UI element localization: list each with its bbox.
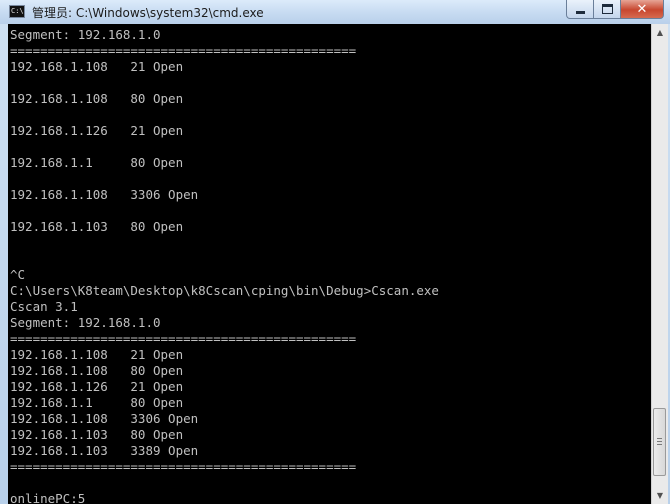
console-line: ========================================… bbox=[10, 459, 357, 474]
console-line: 192.168.1.108 3306 Open bbox=[10, 187, 199, 202]
console-line: 192.168.1.1 80 Open bbox=[10, 155, 184, 170]
cmd-icon[interactable]: C:\ bbox=[9, 5, 25, 18]
console-line: 192.168.1.126 21 Open bbox=[10, 123, 184, 138]
console-line: 192.168.1.103 80 Open bbox=[10, 427, 184, 442]
console-line: 192.168.1.108 80 Open bbox=[10, 363, 184, 378]
scroll-up-icon[interactable]: ▲ bbox=[652, 24, 668, 41]
console-line: Segment: 192.168.1.0 bbox=[10, 27, 161, 42]
console-line: onlinePC:5 bbox=[10, 491, 86, 504]
console-line: 192.168.1.108 80 Open bbox=[10, 91, 184, 106]
console-line: 192.168.1.108 3306 Open bbox=[10, 411, 199, 426]
console-line: 192.168.1.108 21 Open bbox=[10, 59, 184, 74]
maximize-button[interactable] bbox=[594, 0, 621, 19]
console-line: 192.168.1.108 21 Open bbox=[10, 347, 184, 362]
console-line: ========================================… bbox=[10, 331, 357, 346]
title-bar[interactable]: C:\ 管理员: C:\Windows\system32\cmd.exe ✕ bbox=[0, 0, 670, 24]
minimize-button[interactable] bbox=[566, 0, 594, 19]
console-output[interactable]: Segment: 192.168.1.0 ====================… bbox=[8, 24, 651, 504]
console-line: C:\Users\K8team\Desktop\k8Cscan\cping\bi… bbox=[10, 283, 439, 298]
console-line: ========================================… bbox=[10, 43, 357, 58]
console-line: 192.168.1.103 80 Open bbox=[10, 219, 184, 234]
console-line: 192.168.1.1 80 Open bbox=[10, 395, 184, 410]
scroll-down-icon[interactable]: ▼ bbox=[652, 487, 668, 504]
vertical-scrollbar[interactable]: ▲ ▼ bbox=[651, 24, 668, 504]
close-icon: ✕ bbox=[636, 1, 648, 17]
minimize-icon bbox=[575, 10, 585, 14]
cmd-window: C:\ 管理员: C:\Windows\system32\cmd.exe ✕ S… bbox=[0, 0, 670, 504]
maximize-icon bbox=[601, 4, 613, 14]
window-title: 管理员: C:\Windows\system32\cmd.exe bbox=[32, 6, 264, 20]
console-line: ^C bbox=[10, 267, 26, 282]
scroll-thumb[interactable] bbox=[653, 407, 666, 476]
console-line: 192.168.1.103 3389 Open bbox=[10, 443, 199, 458]
console-line: Segment: 192.168.1.0 bbox=[10, 315, 161, 330]
caption-buttons: ✕ bbox=[566, 0, 664, 19]
console-line: 192.168.1.126 21 Open bbox=[10, 379, 184, 394]
console-lines: Segment: 192.168.1.0 ====================… bbox=[10, 27, 439, 504]
console-line: Cscan 3.1 bbox=[10, 299, 78, 314]
close-button[interactable]: ✕ bbox=[621, 0, 664, 19]
